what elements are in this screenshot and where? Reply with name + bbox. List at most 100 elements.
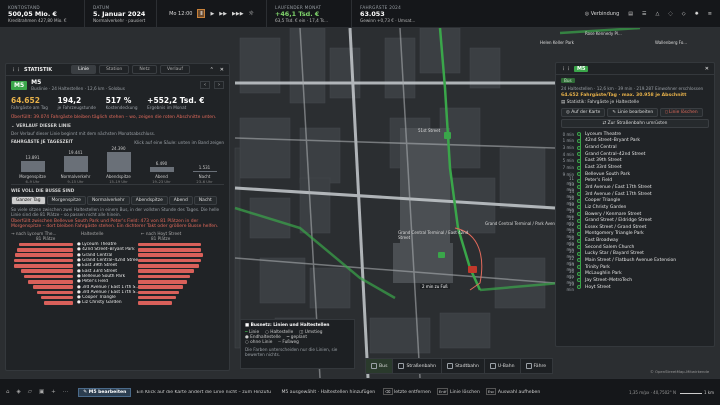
next-line-icon[interactable]: › — [214, 81, 224, 89]
stop-item[interactable]: 14 min 3rd Avenue / East 17th Street — [561, 189, 709, 199]
kpi-label: Fahrgäste am Tag — [11, 105, 48, 110]
stop-item[interactable]: 7 min East 33rd Street — [561, 164, 709, 171]
bell-icon[interactable]: △ — [656, 11, 660, 17]
stop-item[interactable]: 39 min Hoyt Street — [561, 282, 709, 292]
band-bar-b — [138, 290, 180, 295]
stop-item[interactable]: 9 min Bellevue South Park — [561, 171, 709, 178]
stop-item[interactable]: 4 min Grand Central–42nd Street — [561, 151, 709, 158]
stop-item[interactable]: 13 min 3rd Avenue / East 17th Street — [561, 182, 709, 192]
mode-subway[interactable]: U-Bahn — [485, 359, 521, 373]
day-chart-column[interactable]: 24.390 Abendspitze 15–19 Uhr — [97, 144, 140, 184]
bus-stop-icon[interactable]: ▣ — [39, 389, 44, 395]
fast-forward-icon[interactable]: ▶▶ — [219, 11, 227, 17]
drag-handle-icon[interactable]: ⋮⋮ — [561, 66, 571, 72]
stop-item[interactable]: 18 min Liz Christy Garden — [561, 202, 709, 212]
stop-item[interactable]: 30 min Lucky Star / Bayard Street — [561, 249, 709, 259]
drag-handle-icon[interactable]: ⋮⋮ — [11, 67, 21, 73]
stop-item[interactable]: 16 min Cooper Triangle — [561, 196, 709, 206]
stop-item[interactable]: 22 min Essex Street / Grand Street — [561, 222, 709, 232]
tab-line[interactable]: Linie — [71, 65, 96, 74]
escape-hint[interactable]: Esc Auswahl aufheben — [485, 388, 540, 395]
period-tab-normal[interactable]: Normalverkehr — [87, 196, 130, 205]
sun-icon[interactable]: ☼ — [249, 10, 254, 17]
band-stop-label: ● Bellevue South Park — [77, 273, 126, 279]
mode-light-rail[interactable]: Stadtbahn — [442, 359, 485, 373]
mode-tram[interactable]: Straßenbahn — [393, 359, 443, 373]
stop-item[interactable]: 37 min Jay Street–MetroTech — [561, 275, 709, 285]
stop-item[interactable]: 34 min Trinity Park — [561, 262, 709, 272]
stop-item[interactable]: 0 min Lyceum Theatre — [561, 131, 709, 138]
period-tab-morning[interactable]: Morgenspitze — [46, 196, 87, 205]
gear-icon[interactable]: ✹ — [695, 11, 699, 17]
more-icon[interactable]: ⋯ — [63, 389, 69, 395]
statistics-link[interactable]: ▤ Statistik: Fahrgäste je Haltestelle — [561, 100, 709, 105]
stop-item[interactable]: 19 min Bowery / Kenmare Street — [561, 209, 709, 219]
day-chart-bar[interactable] — [149, 166, 174, 172]
stop-item[interactable]: 1 min 42nd Street–Bryant Park — [561, 138, 709, 145]
stop-item[interactable]: 3 min Grand Central — [561, 144, 709, 151]
day-chart-column[interactable]: 6.490 Abend 19–23 Uhr — [140, 144, 183, 184]
close-icon[interactable]: ✕ — [220, 67, 224, 73]
stop-name: East 39th Street — [585, 158, 622, 164]
day-chart-bar[interactable] — [192, 170, 217, 172]
period-tab-night[interactable]: Nacht — [193, 196, 217, 205]
kpi-row: 64.652 Fahrgäste am Tag 194,2 je Fahrzeugs… — [11, 96, 224, 110]
stop-item[interactable]: 32 min Main Street / Flatbush Avenue Exte… — [561, 256, 709, 266]
band-bar-a-wrap — [11, 264, 73, 268]
day-chart-column[interactable]: 19.441 Normalverkehr 9–15 Uhr — [54, 144, 97, 184]
edit-line-button[interactable]: ✎ Linie bearbeiten — [607, 108, 659, 117]
pause-button[interactable]: Ⅱ — [197, 9, 206, 18]
stop-dot-icon — [577, 158, 581, 163]
close-icon[interactable]: ✕ — [705, 66, 709, 72]
stop-item[interactable]: 24 min Montgomery Triangle Park — [561, 229, 709, 239]
day-chart-column[interactable]: 13.891 Morgenspitze 6–9 Uhr — [11, 144, 54, 184]
home-icon[interactable]: ⌂ — [6, 389, 10, 395]
period-tab-evening[interactable]: Abend — [168, 196, 193, 205]
delete-line-button[interactable]: ▯ Linie löschen — [660, 108, 703, 117]
mode-bus[interactable]: Bus — [366, 359, 394, 373]
stop-item[interactable]: 21 min Grand Street / Eldridge Street — [561, 216, 709, 226]
day-chart-bar[interactable] — [63, 156, 88, 172]
band-stop-label: ● 42nd Street–Bryant Park — [77, 247, 135, 253]
day-chart-bar[interactable] — [106, 152, 131, 172]
period-tab-evening-peak[interactable]: Abendspitze — [130, 196, 168, 205]
band-stop-label: ● 3rd Avenue / East 17th S... — [77, 284, 138, 290]
chart-icon[interactable]: ▤ — [628, 11, 633, 17]
stop-item[interactable]: 28 min Second Salem Church — [561, 242, 709, 252]
plus-icon[interactable]: + — [51, 389, 56, 395]
fastest-forward-icon[interactable]: ▶▶▶ — [232, 11, 244, 17]
stop-item[interactable]: 36 min McLaughlin Park — [561, 269, 709, 279]
period-tab-all-day[interactable]: Ganzer Tag — [11, 196, 46, 205]
edit-mode-badge[interactable]: ✎ M5 bearbeiten — [78, 387, 132, 397]
convert-to-tram-button[interactable]: ⇄ Zur Straßenbahn umrüsten — [561, 119, 709, 128]
shield-icon[interactable]: ◇ — [682, 11, 686, 17]
stop-item[interactable]: 26 min East Broadway — [561, 236, 709, 246]
day-chart-column[interactable]: 1.531 Nacht 23–6 Uhr — [183, 144, 226, 184]
trend-toggle[interactable]: ⌄ VERLAUF DIESER LINIE — [6, 122, 229, 131]
tab-station[interactable]: Station — [98, 65, 130, 74]
layers-icon[interactable]: ◈ — [17, 389, 21, 395]
show-on-map-button[interactable]: ◎ Auf der Karte — [561, 108, 606, 117]
undo-hint[interactable]: ⌫ letzte entfernen — [383, 388, 431, 395]
line-badge: M5 — [11, 80, 28, 90]
menu-icon[interactable]: ≡ — [708, 11, 712, 17]
list-icon[interactable]: ☰ — [642, 11, 646, 17]
stop-item[interactable]: 5 min East 39th Street — [561, 158, 709, 165]
collapse-icon[interactable]: ⌃ — [210, 67, 214, 73]
band-row[interactable]: ● Liz Christy Garden — [11, 300, 224, 305]
bulb-icon[interactable]: ◌ — [668, 11, 672, 17]
tab-history[interactable]: Verlauf — [159, 65, 190, 74]
play-icon[interactable]: ▶ — [210, 11, 214, 17]
stop-name: Peter's Field — [585, 178, 613, 184]
prev-line-icon[interactable]: ‹ — [200, 81, 210, 89]
day-chart-bar[interactable] — [20, 160, 45, 172]
tab-network[interactable]: Netz — [132, 65, 157, 74]
delete-hint-label: Linie löschen — [449, 390, 480, 395]
road-icon[interactable]: ▱ — [28, 389, 32, 395]
mode-ferry[interactable]: Fähre — [521, 359, 552, 373]
full-title: WIE VOLL DIE BUSSE SIND — [11, 189, 75, 194]
stop-dot-icon — [577, 178, 581, 183]
connection-button[interactable]: ◎ Verbindung — [585, 11, 620, 17]
delete-hint[interactable]: Entf Linie löschen — [436, 388, 480, 395]
stop-item[interactable]: 11 min Peter's Field — [561, 176, 709, 186]
